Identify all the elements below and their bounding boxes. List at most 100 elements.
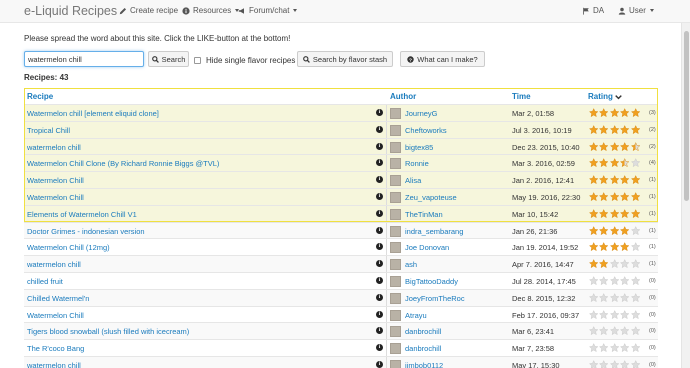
star-icon[interactable] bbox=[599, 242, 609, 252]
star-icon[interactable] bbox=[609, 108, 620, 118]
star-icon[interactable] bbox=[620, 259, 630, 269]
star-icon[interactable] bbox=[599, 192, 609, 202]
star-icon[interactable] bbox=[609, 158, 620, 168]
star-icon[interactable] bbox=[609, 259, 620, 269]
what-can-i-make-button[interactable]: ? What can I make? bbox=[400, 51, 485, 67]
star-icon[interactable] bbox=[620, 124, 630, 134]
star-icon[interactable] bbox=[620, 108, 630, 118]
star-icon[interactable] bbox=[609, 141, 620, 151]
info-icon[interactable]: i bbox=[376, 176, 383, 184]
author-link[interactable]: JoeyFromTheRoc bbox=[405, 294, 465, 303]
info-icon[interactable]: i bbox=[376, 344, 383, 352]
star-icon[interactable] bbox=[630, 108, 640, 118]
recipe-name-link[interactable]: Watermelon Chill bbox=[27, 311, 84, 320]
star-icon[interactable] bbox=[589, 225, 599, 235]
author-link[interactable]: JourneyG bbox=[405, 109, 438, 118]
info-icon[interactable]: i bbox=[376, 310, 383, 318]
author-link[interactable]: BigTattooDaddy bbox=[405, 277, 458, 286]
star-icon[interactable] bbox=[599, 141, 609, 151]
star-icon[interactable] bbox=[609, 192, 620, 202]
info-icon[interactable]: i bbox=[376, 226, 383, 234]
search-by-flavor-stash-button[interactable]: Search by flavor stash bbox=[297, 51, 393, 67]
author-link[interactable]: Cheftoworks bbox=[405, 126, 447, 135]
recipe-name-link[interactable]: Watermelon Chill bbox=[27, 193, 84, 202]
recipe-name-link[interactable]: watermelon chill bbox=[27, 260, 81, 269]
star-icon[interactable] bbox=[630, 192, 640, 202]
star-icon[interactable] bbox=[609, 124, 620, 134]
star-icon[interactable] bbox=[609, 360, 620, 368]
info-icon[interactable]: i bbox=[376, 277, 383, 284]
star-icon[interactable] bbox=[630, 242, 640, 252]
rating-stars[interactable] bbox=[589, 259, 640, 269]
star-icon[interactable] bbox=[599, 309, 609, 319]
info-icon[interactable]: i bbox=[376, 260, 383, 268]
star-icon[interactable] bbox=[630, 158, 640, 168]
info-icon[interactable]: i bbox=[376, 109, 383, 116]
rating-stars[interactable] bbox=[589, 141, 640, 151]
info-icon[interactable]: i bbox=[376, 361, 383, 368]
recipe-name-link[interactable]: Watermelon Chill (12mg) bbox=[27, 243, 110, 252]
nav-resources[interactable]: Resources bbox=[182, 6, 240, 15]
author-link[interactable]: Joe Donovan bbox=[405, 243, 449, 252]
star-icon[interactable] bbox=[589, 208, 599, 218]
rating-stars[interactable] bbox=[589, 192, 640, 202]
rating-stars[interactable] bbox=[589, 158, 640, 168]
star-icon[interactable] bbox=[609, 343, 620, 353]
recipe-name-link[interactable]: Tigers blood snowball (slush filled with… bbox=[27, 327, 189, 336]
star-icon[interactable] bbox=[589, 309, 599, 319]
rating-stars[interactable] bbox=[589, 225, 640, 235]
star-icon[interactable] bbox=[620, 175, 630, 185]
info-icon[interactable]: i bbox=[376, 193, 383, 200]
info-icon[interactable]: i bbox=[376, 142, 383, 150]
star-icon[interactable] bbox=[599, 326, 609, 336]
star-icon[interactable] bbox=[609, 276, 620, 286]
recipe-name-link[interactable]: Chilled Watermel'n bbox=[27, 294, 89, 303]
column-header-recipe[interactable]: Recipe bbox=[27, 92, 53, 101]
star-icon[interactable] bbox=[589, 192, 599, 202]
recipe-name-link[interactable]: Watermelon Chill bbox=[27, 176, 84, 185]
rating-stars[interactable] bbox=[589, 208, 640, 218]
info-icon[interactable]: i bbox=[376, 209, 383, 217]
rating-stars[interactable] bbox=[589, 326, 640, 336]
recipe-name-link[interactable]: Doctor Grimes - indonesian version bbox=[27, 227, 145, 236]
star-icon[interactable] bbox=[599, 124, 609, 134]
star-icon[interactable] bbox=[630, 259, 640, 269]
author-link[interactable]: TheTinMan bbox=[405, 210, 443, 219]
star-icon[interactable] bbox=[630, 360, 640, 368]
author-link[interactable]: danbrochill bbox=[405, 327, 441, 336]
rating-stars[interactable] bbox=[589, 276, 640, 286]
star-icon[interactable] bbox=[599, 360, 609, 368]
star-icon[interactable] bbox=[609, 208, 620, 218]
star-icon[interactable] bbox=[589, 360, 599, 368]
recipe-name-link[interactable]: watermelon chill bbox=[27, 361, 81, 368]
author-link[interactable]: ash bbox=[405, 260, 417, 269]
author-link[interactable]: bigtex85 bbox=[405, 143, 433, 152]
author-link[interactable]: Zeu_vapoteuse bbox=[405, 193, 457, 202]
author-link[interactable]: Alisa bbox=[405, 176, 421, 185]
star-icon[interactable] bbox=[620, 326, 630, 336]
rating-stars[interactable] bbox=[589, 343, 640, 353]
star-icon[interactable] bbox=[620, 192, 630, 202]
star-icon[interactable] bbox=[599, 158, 609, 168]
author-link[interactable]: indra_sembarang bbox=[405, 227, 463, 236]
star-icon[interactable] bbox=[599, 108, 609, 118]
star-icon[interactable] bbox=[620, 276, 630, 286]
star-icon[interactable] bbox=[589, 259, 599, 269]
info-icon[interactable]: i bbox=[376, 243, 383, 251]
star-icon[interactable] bbox=[589, 175, 599, 185]
info-icon[interactable]: i bbox=[376, 293, 383, 301]
column-header-author[interactable]: Author bbox=[390, 92, 416, 101]
recipe-name-link[interactable]: Elements of Watermelon Chill V1 bbox=[27, 210, 137, 219]
brand-logo[interactable]: e-Liquid Recipes bbox=[24, 4, 117, 18]
star-icon[interactable] bbox=[589, 292, 599, 302]
star-icon[interactable] bbox=[630, 309, 640, 319]
star-icon[interactable] bbox=[589, 343, 599, 353]
nav-forum-chat[interactable]: Forum/chat bbox=[238, 6, 298, 15]
star-icon[interactable] bbox=[609, 242, 620, 252]
rating-stars[interactable] bbox=[589, 292, 640, 302]
star-icon[interactable] bbox=[589, 108, 599, 118]
author-link[interactable]: Ronnie bbox=[405, 159, 429, 168]
rating-stars[interactable] bbox=[589, 124, 640, 134]
recipe-name-link[interactable]: chilled fruit bbox=[27, 277, 63, 286]
star-icon[interactable] bbox=[599, 259, 609, 269]
